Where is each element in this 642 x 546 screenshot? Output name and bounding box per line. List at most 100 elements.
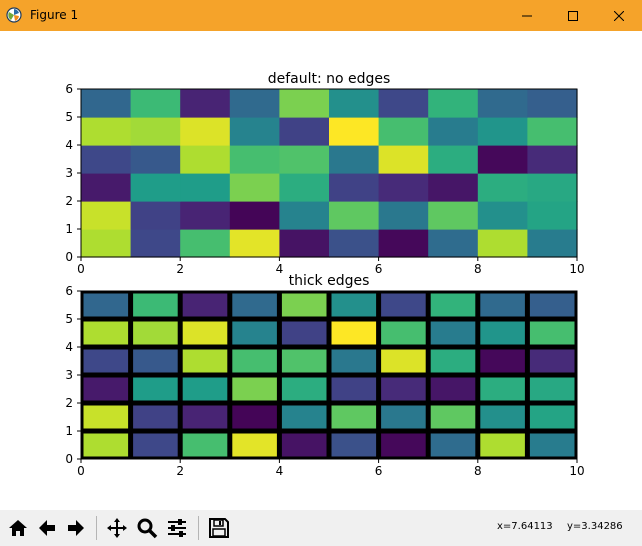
heatmap-cell <box>180 89 231 118</box>
heatmap-cell <box>527 145 578 174</box>
heatmap-cell <box>329 229 380 258</box>
back-button[interactable] <box>34 514 60 542</box>
heatmap-cell <box>182 321 228 345</box>
heatmap-cell <box>329 89 380 118</box>
home-button[interactable] <box>5 514 31 542</box>
heatmap-cell <box>180 145 231 174</box>
heatmap-cell <box>430 377 476 401</box>
heatmap-cell <box>130 89 181 118</box>
heatmap-cell <box>81 89 132 118</box>
heatmap-cell <box>182 293 228 317</box>
heatmap-cell <box>381 321 426 345</box>
heatmap-cell <box>378 201 429 230</box>
save-button[interactable] <box>206 514 232 542</box>
x-tick-label: 6 <box>375 464 383 478</box>
home-icon <box>9 520 27 536</box>
heatmap-cell <box>279 117 330 146</box>
heatmap-cell <box>232 321 277 345</box>
maximize-button[interactable] <box>550 0 596 31</box>
heatmap-cell <box>182 377 228 401</box>
heatmap-cell <box>430 349 476 373</box>
heatmap-cell <box>133 293 178 317</box>
heatmap-cell <box>133 349 178 373</box>
y-tick-label: 4 <box>65 138 73 152</box>
heatmap-cell <box>281 433 327 457</box>
zoom-button[interactable] <box>134 514 160 542</box>
heatmap-cell <box>281 377 327 401</box>
zoom-icon <box>137 518 158 539</box>
heatmap-cell <box>527 117 578 146</box>
heatmap-cell <box>527 229 578 258</box>
heatmap-cell <box>331 405 377 429</box>
configure-subplots-button[interactable] <box>164 514 190 542</box>
heatmap-cell <box>81 201 132 230</box>
heatmap-cell <box>279 145 330 174</box>
axes-title: default: no edges <box>268 71 391 87</box>
heatmap-cell <box>133 405 178 429</box>
heatmap-cell <box>477 201 528 230</box>
heatmap-cell <box>232 293 277 317</box>
heatmap-cell <box>83 321 129 345</box>
minimize-button[interactable] <box>504 0 550 31</box>
heatmap-cell <box>378 117 429 146</box>
x-tick-label: 2 <box>176 464 184 478</box>
heatmap-cell <box>130 173 181 202</box>
heatmap-cell <box>133 433 178 457</box>
heatmap-cell <box>529 377 575 401</box>
close-button[interactable] <box>596 0 642 31</box>
heatmap-cell <box>480 321 525 345</box>
heatmap-cell <box>477 229 528 258</box>
heatmap-cell <box>381 405 426 429</box>
heatmap-cell <box>428 173 479 202</box>
heatmap-cell <box>329 145 380 174</box>
heatmap-cell <box>281 349 327 373</box>
heatmap-cell <box>130 117 181 146</box>
navigation-toolbar: x=7.64113 y=3.34286 <box>0 510 642 546</box>
y-tick-label: 2 <box>65 194 73 208</box>
heatmap-cell <box>180 201 231 230</box>
pan-button[interactable] <box>104 514 130 542</box>
heatmap-cell <box>130 229 181 258</box>
heatmap-cell <box>527 201 578 230</box>
heatmap-cell <box>477 117 528 146</box>
cursor-x-readout: x=7.64113 <box>497 521 553 532</box>
y-tick-label: 3 <box>65 166 73 180</box>
figure-svg[interactable]: 0 2 4 6 8 100123456default: no edges 0 2 4 6 8 100… <box>0 31 642 510</box>
pan-icon <box>107 518 127 538</box>
forward-button[interactable] <box>63 514 89 542</box>
heatmap-cell <box>182 349 228 373</box>
heatmap-cell <box>229 229 280 258</box>
y-tick-label: 1 <box>65 222 73 236</box>
y-tick-label: 5 <box>65 312 73 326</box>
heatmap-cell <box>529 321 575 345</box>
figure-canvas[interactable]: 0 2 4 6 8 10 0 1 2 3 4 5 6 default: no edges 0 2 4 6 8 10 0… <box>0 31 642 510</box>
heatmap-cell <box>232 405 277 429</box>
heatmap-cell <box>477 145 528 174</box>
title-bar: Figure 1 <box>0 0 642 31</box>
heatmap-cell <box>229 173 280 202</box>
heatmap-cell <box>281 293 327 317</box>
heatmap-cell <box>331 293 377 317</box>
heatmap-cell <box>529 433 575 457</box>
heatmap-cell <box>381 293 426 317</box>
heatmap-cell <box>331 433 377 457</box>
heatmap-cell <box>281 405 327 429</box>
y-tick-label: 0 <box>65 452 73 466</box>
configure-subplots-icon <box>168 519 186 537</box>
heatmap-cell <box>232 433 277 457</box>
heatmap-cell <box>480 377 525 401</box>
heatmap-cell <box>182 405 228 429</box>
heatmap-cell <box>480 293 525 317</box>
heatmap-cell <box>279 229 330 258</box>
heatmap-cell <box>430 293 476 317</box>
heatmap-cell <box>81 117 132 146</box>
save-icon <box>209 518 229 538</box>
axes-top[interactable]: 0 2 4 6 8 10 0 1 2 3 4 5 6 default: no edges <box>65 71 584 276</box>
heatmap-cell <box>378 229 429 258</box>
heatmap-cell <box>130 201 181 230</box>
heatmap-cell <box>133 377 178 401</box>
heatmap-cell <box>232 349 277 373</box>
axes-bottom[interactable]: 0 2 4 6 8 10 0 1 2 3 4 5 6 thick edges <box>65 273 584 478</box>
x-tick-label: 8 <box>474 464 482 478</box>
heatmap-cell <box>229 117 280 146</box>
